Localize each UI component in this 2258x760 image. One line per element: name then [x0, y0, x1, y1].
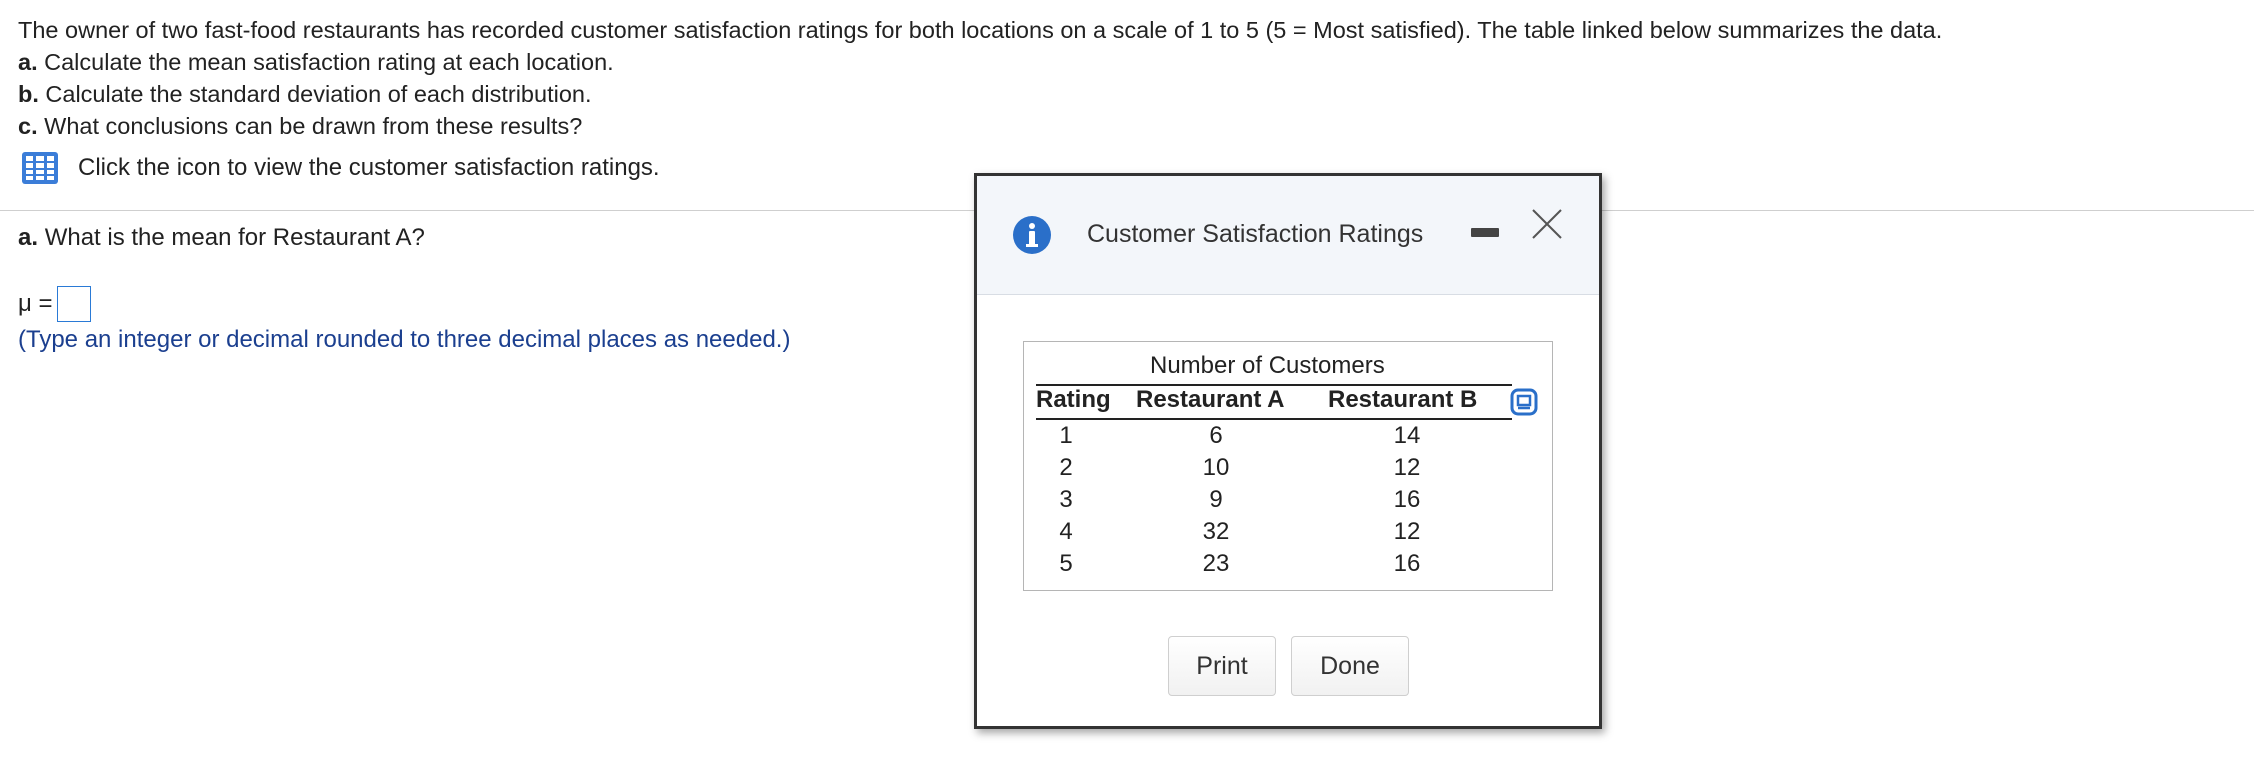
rating-column: 1 2 3 4 5 — [1054, 420, 1078, 580]
info-icon — [1013, 216, 1051, 254]
question-block: The owner of two fast-food restaurants h… — [18, 14, 1942, 142]
restaurant-b-column: 14 12 16 12 16 — [1387, 420, 1427, 580]
column-header-rule — [1036, 418, 1512, 420]
restaurant-a-column: 6 10 9 32 23 — [1196, 420, 1236, 580]
table-grid-icon[interactable] — [22, 152, 58, 184]
close-icon[interactable] — [1529, 206, 1565, 242]
mean-answer-input[interactable] — [56, 286, 91, 322]
table-group-header: Number of Customers — [1150, 352, 1385, 379]
question-item-b: b. Calculate the standard deviation of e… — [18, 81, 592, 107]
answer-row: μ = — [18, 286, 91, 322]
answer-hint: (Type an integer or decimal rounded to t… — [18, 326, 791, 353]
column-header-rating: Rating — [1036, 386, 1111, 413]
table-cell: 16 — [1393, 550, 1421, 577]
table-cell: 3 — [1059, 486, 1073, 513]
table-cell: 4 — [1059, 518, 1073, 545]
table-cell: 32 — [1202, 518, 1230, 545]
view-ratings-text: Click the icon to view the customer sati… — [78, 154, 660, 181]
question-item-c: c. What conclusions can be drawn from th… — [18, 113, 583, 139]
table-cell: 12 — [1393, 518, 1421, 545]
table-cell: 1 — [1059, 422, 1073, 449]
dialog-header: Customer Satisfaction Ratings — [977, 176, 1599, 295]
table-cell: 23 — [1202, 550, 1230, 577]
mu-label: μ = — [18, 290, 53, 317]
column-header-restaurant-a: Restaurant A — [1136, 386, 1285, 413]
ratings-table: Number of Customers Rating Restaurant A … — [1023, 341, 1553, 591]
question-intro: The owner of two fast-food restaurants h… — [18, 17, 1943, 43]
print-button[interactable]: Print — [1168, 636, 1276, 696]
done-button[interactable]: Done — [1291, 636, 1409, 696]
table-cell: 16 — [1393, 486, 1421, 513]
question-item-a: a. Calculate the mean satisfaction ratin… — [18, 49, 614, 75]
view-ratings-link[interactable]: Click the icon to view the customer sati… — [22, 152, 660, 184]
minimize-icon[interactable] — [1471, 228, 1499, 237]
table-cell: 2 — [1059, 454, 1073, 481]
part-a-prompt: a. What is the mean for Restaurant A? — [18, 224, 425, 251]
ratings-dialog: Customer Satisfaction Ratings Number of … — [974, 173, 1602, 729]
table-cell: 10 — [1202, 454, 1230, 481]
table-cell: 12 — [1393, 454, 1421, 481]
table-cell: 5 — [1059, 550, 1073, 577]
table-cell: 6 — [1209, 422, 1223, 449]
column-header-restaurant-b: Restaurant B — [1328, 386, 1478, 413]
table-cell: 14 — [1393, 422, 1421, 449]
dialog-title: Customer Satisfaction Ratings — [1087, 220, 1424, 248]
copy-table-icon[interactable] — [1510, 388, 1538, 416]
table-cell: 9 — [1209, 486, 1223, 513]
